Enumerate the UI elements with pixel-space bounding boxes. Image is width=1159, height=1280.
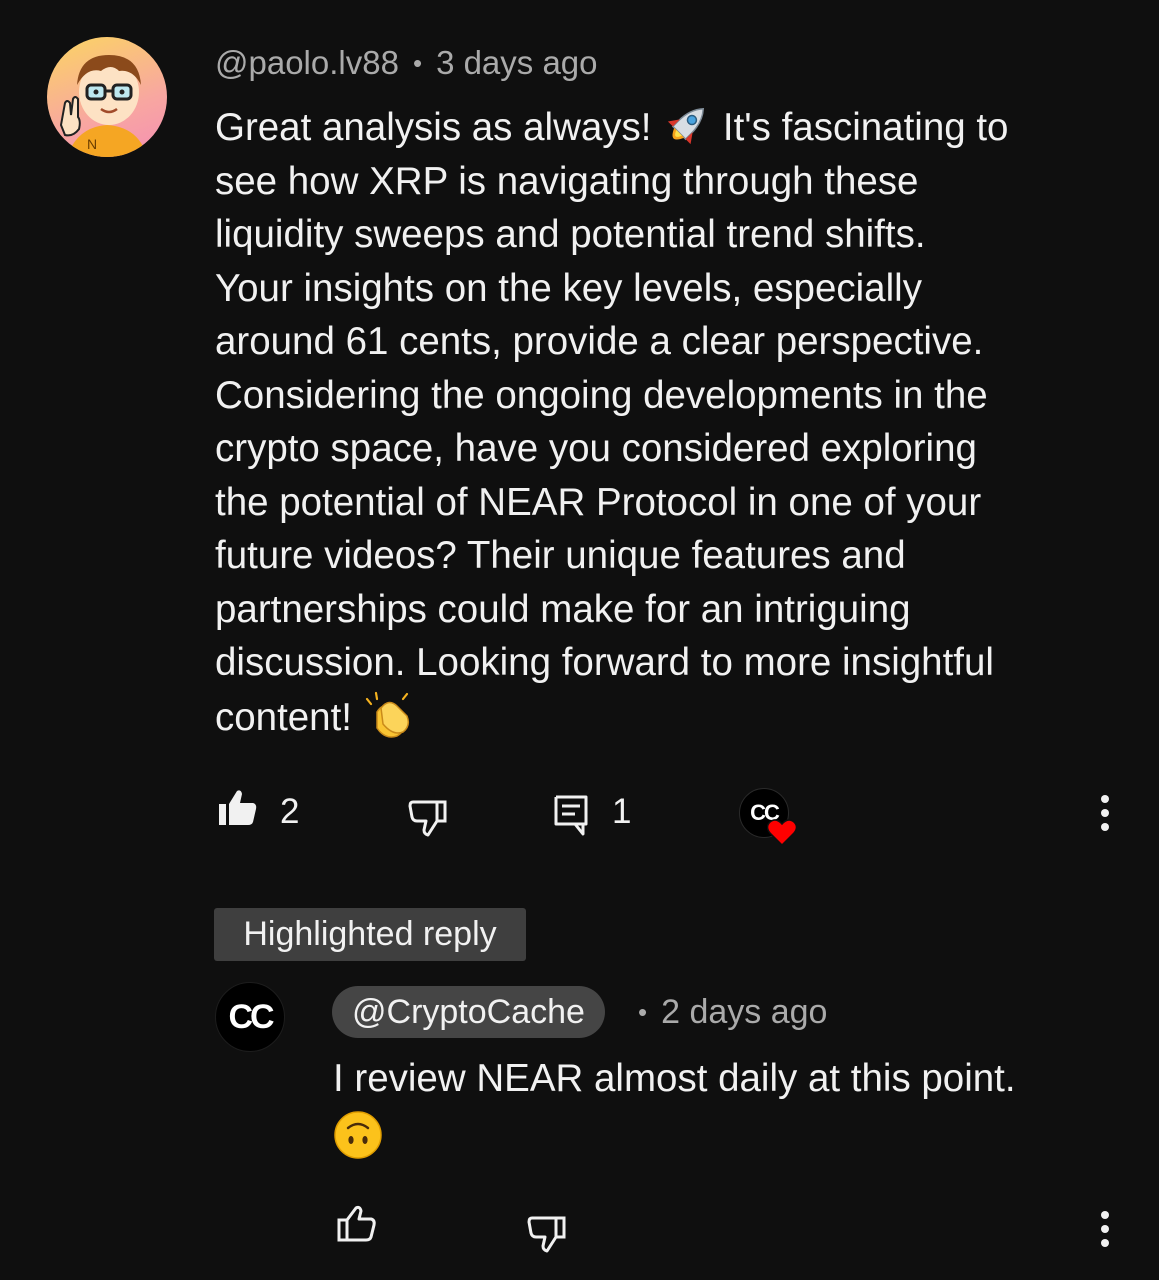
kebab-dot	[1101, 823, 1109, 831]
kebab-dot	[1101, 795, 1109, 803]
comment-line: content!	[215, 690, 1115, 745]
upside-down-face-icon	[334, 1110, 382, 1159]
reply-author-chip[interactable]: @CryptoCache	[332, 986, 605, 1038]
heart-icon	[767, 819, 797, 846]
kebab-dot	[1101, 1211, 1109, 1219]
highlighted-reply-label: Highlighted reply	[214, 908, 526, 961]
comment-line: see how XRP is navigating through these	[215, 159, 919, 203]
thumbs-down-icon	[527, 1216, 566, 1253]
comment-reply-icon	[554, 795, 588, 836]
commenter-avatar[interactable]: N	[47, 37, 167, 157]
reply-dislike-button[interactable]	[527, 1215, 567, 1253]
comment-line: liquidity sweeps and potential trend shi…	[215, 213, 926, 256]
creator-heart[interactable]: CC	[739, 788, 799, 848]
thumbs-up-icon	[337, 1205, 376, 1242]
comment-line: around 61 cents, provide a clear perspec…	[215, 320, 984, 363]
comment-line: partnerships could make for an intriguin…	[215, 587, 911, 631]
comment-timestamp[interactable]: 3 days ago	[436, 44, 597, 82]
comment-line: discussion. Looking forward to more insi…	[215, 641, 994, 684]
rocket-icon	[668, 107, 705, 145]
separator-dot: •	[412, 47, 423, 78]
svg-text:N: N	[87, 136, 97, 152]
comment-line-text: Great analysis as always!	[215, 106, 663, 149]
reply-meta: • 2 days ago	[638, 988, 827, 1036]
comment-line-text: content!	[215, 695, 363, 739]
comment-line: Your insights on the key levels, especia…	[215, 266, 922, 310]
reply-like-button[interactable]	[337, 1205, 377, 1243]
kebab-dot	[1101, 809, 1109, 817]
reply-count: 1	[612, 792, 632, 831]
reply-body: I review NEAR almost daily at this point…	[333, 1052, 1133, 1164]
reply-avatar[interactable]: CC	[215, 982, 285, 1052]
comment-line: crypto space, have you considered explor…	[215, 427, 977, 470]
comment-line: Considering the ongoing developments in …	[215, 373, 988, 417]
comment-line-text: It's fascinating to	[712, 106, 1009, 149]
cartoon-avatar-icon: N	[59, 55, 147, 157]
reply-timestamp[interactable]: 2 days ago	[661, 993, 827, 1032]
clapping-hands-icon	[365, 691, 409, 738]
thumbs-up-filled-icon	[219, 790, 257, 825]
reply-more-menu[interactable]	[1099, 1211, 1111, 1253]
comment-meta: @paolo.lv88 • 3 days ago	[215, 40, 598, 86]
kebab-dot	[1101, 1239, 1109, 1247]
comment-line: Great analysis as always! It's fascinati…	[215, 100, 1115, 155]
reply-text: I review NEAR almost daily at this point…	[333, 1057, 1016, 1100]
comment-more-menu[interactable]	[1099, 795, 1111, 837]
like-count: 2	[280, 792, 300, 831]
comment-line: the potential of NEAR Protocol in one of…	[215, 480, 982, 524]
comment-author[interactable]: @paolo.lv88	[215, 44, 399, 82]
like-button[interactable]	[218, 789, 258, 827]
reply-button[interactable]	[553, 794, 589, 836]
dislike-button[interactable]	[408, 799, 448, 837]
separator-dot: •	[638, 996, 648, 1027]
comment-body: Great analysis as always! It's fascinati…	[215, 100, 1115, 744]
kebab-dot	[1101, 1225, 1109, 1233]
thumbs-down-icon	[408, 800, 447, 837]
comment-line: future videos? Their unique features and	[215, 534, 906, 577]
